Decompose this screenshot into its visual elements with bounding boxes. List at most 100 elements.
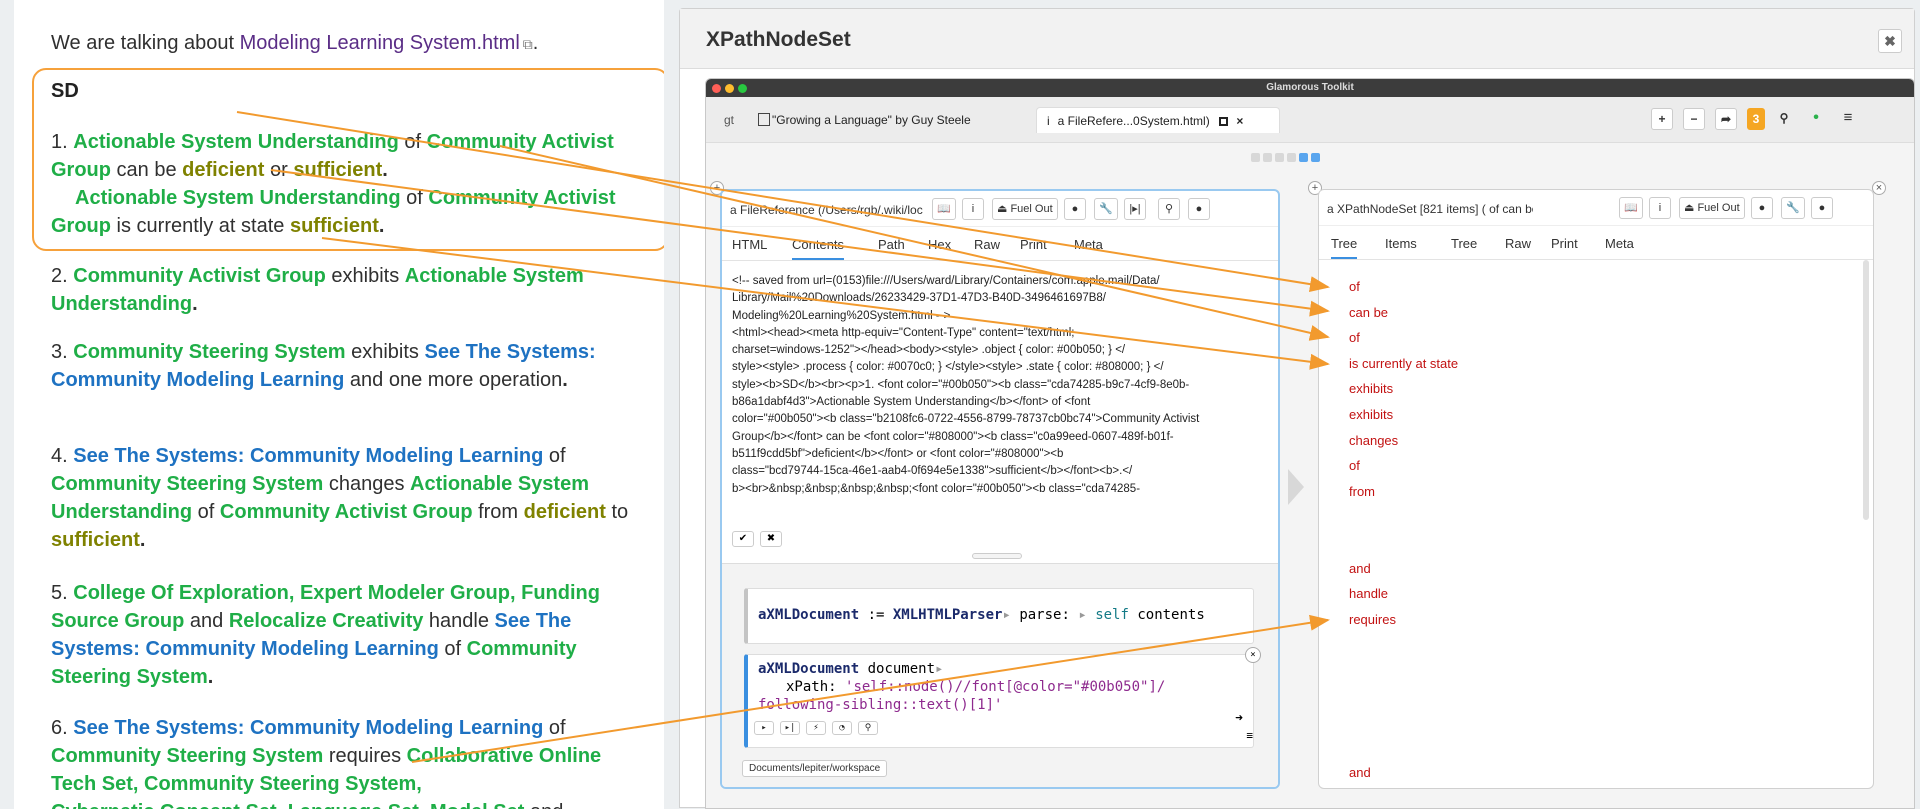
close-icon[interactable]: ✖ [1878, 29, 1902, 53]
tree-item[interactable]: of [1349, 274, 1458, 300]
tree-item[interactable]: is currently at state [1349, 351, 1458, 377]
gt-home-icon[interactable]: gt [724, 107, 734, 133]
tree-item[interactable]: exhibits [1349, 376, 1458, 402]
remove-icon[interactable]: − [1683, 108, 1705, 130]
tab-tree-2[interactable]: Tree [1451, 236, 1477, 251]
book-icon[interactable]: 📖 [932, 198, 956, 220]
workspace-path[interactable]: Documents/lepiter/workspace [742, 760, 888, 777]
tab-tree[interactable]: Tree [1331, 236, 1358, 259]
file-contents-text[interactable]: <!-- saved from url=(0153)file:///Users/… [732, 273, 1272, 498]
pager-dot[interactable] [1263, 153, 1272, 162]
tab-html[interactable]: HTML [732, 237, 767, 252]
dot-icon[interactable]: ● [1811, 197, 1833, 219]
code-snippet-2[interactable]: × aXMLDocument document▸ xPath: 'self::n… [744, 647, 1261, 748]
book-icon[interactable]: 📖 [1619, 197, 1643, 219]
info-icon[interactable]: i [1649, 197, 1671, 219]
record-icon[interactable]: ● [1751, 197, 1773, 219]
tree-item[interactable]: requires [1349, 607, 1458, 633]
pager-dot[interactable] [1275, 153, 1284, 162]
browse-icon[interactable]: ⚲ [858, 721, 878, 735]
wrench-icon[interactable]: 🔧 [1094, 198, 1118, 220]
object-link[interactable]: Relocalize Creativity [229, 610, 424, 632]
object-link[interactable]: Community Steering System [51, 473, 323, 495]
notification-badge[interactable]: 3 [1747, 108, 1765, 130]
object-link[interactable]: College Of Exploration [73, 582, 289, 604]
run-icon[interactable]: ▸ [754, 721, 774, 735]
pager-dot-active[interactable] [1311, 153, 1320, 162]
tab-raw[interactable]: Raw [974, 237, 1000, 252]
tree-item[interactable] [1349, 632, 1458, 658]
fuel-out-button[interactable]: ⏏ Fuel Out [992, 198, 1058, 220]
state-link[interactable]: deficient [182, 159, 264, 181]
scrollbar[interactable] [1863, 260, 1869, 520]
tab-meta[interactable]: Meta [1605, 236, 1634, 251]
state-link[interactable]: deficient [524, 501, 606, 523]
pager-dot[interactable] [1251, 153, 1260, 162]
tree-item[interactable] [1349, 658, 1458, 684]
tab-items[interactable]: Items [1385, 236, 1417, 251]
tab-raw[interactable]: Raw [1505, 236, 1531, 251]
search-icon[interactable]: ⚲ [1773, 108, 1795, 130]
process-link[interactable]: See The Systems: Community Modeling Lear… [73, 717, 543, 739]
object-link[interactable]: Community Steering System [144, 773, 416, 795]
accept-button[interactable]: ✔ [732, 531, 754, 547]
profile-icon[interactable]: ◔ [832, 721, 852, 735]
dot-icon[interactable]: ● [1188, 198, 1210, 220]
cancel-button[interactable]: ✖ [760, 531, 782, 547]
tab-file-reference[interactable]: i a FileRefere...0System.html) × [1036, 107, 1280, 133]
object-link[interactable]: Community Steering System [73, 341, 345, 363]
tab-print[interactable]: Print [1551, 236, 1578, 251]
tree-item[interactable] [1349, 684, 1458, 710]
fuel-out-button[interactable]: ⏏ Fuel Out [1679, 197, 1745, 219]
tree-item[interactable] [1349, 735, 1458, 761]
play-icon[interactable]: |▸| [1124, 198, 1146, 220]
object-link[interactable]: Expert Modeler Group [300, 582, 510, 604]
code-snippet-1[interactable]: aXMLDocument := XMLHTMLParser▸ parse: ▸ … [744, 588, 1254, 644]
add-icon[interactable]: + [1651, 108, 1673, 130]
tab-hex[interactable]: Hex [928, 237, 951, 252]
pager-dot-active[interactable] [1299, 153, 1308, 162]
tab-growing-a-language[interactable]: "Growing a Language" by Guy Steele [758, 107, 971, 133]
tree-item[interactable] [1349, 504, 1458, 530]
tree-item[interactable]: can be [1349, 300, 1458, 326]
tree-item[interactable]: changes [1349, 428, 1458, 454]
tree-item[interactable]: of [1349, 453, 1458, 479]
tree-item[interactable]: and [1349, 556, 1458, 582]
state-link[interactable]: sufficient [290, 215, 379, 237]
tree-item[interactable]: from [1349, 479, 1458, 505]
object-link[interactable]: Actionable System Understanding [73, 131, 399, 153]
wrench-icon[interactable]: 🔧 [1781, 197, 1805, 219]
tree-item[interactable] [1349, 709, 1458, 735]
resize-handle[interactable] [972, 553, 1022, 559]
close-pane-icon[interactable]: × [1872, 181, 1886, 195]
state-link[interactable]: sufficient [293, 159, 382, 181]
debug-icon[interactable]: ⚡ [806, 721, 826, 735]
object-link[interactable]: Community Activist Group [220, 501, 473, 523]
pager-dot[interactable] [1287, 153, 1296, 162]
tab-path[interactable]: Path [878, 237, 905, 252]
search-icon[interactable]: ⚲ [1158, 198, 1180, 220]
tree-item[interactable]: of [1349, 325, 1458, 351]
tree-item[interactable]: handle [1349, 581, 1458, 607]
process-link[interactable]: See The Systems: Community Modeling Lear… [73, 445, 543, 467]
tree-item[interactable]: exhibits [1349, 402, 1458, 428]
state-link[interactable]: sufficient [51, 529, 140, 551]
record-icon[interactable]: ● [1064, 198, 1086, 220]
tree-item[interactable] [1349, 530, 1458, 556]
close-tab-icon[interactable]: × [1236, 114, 1243, 128]
go-arrow-icon[interactable]: ➜ [1235, 711, 1243, 726]
close-snippet-icon[interactable]: × [1245, 647, 1261, 663]
share-icon[interactable]: ➦ [1715, 108, 1737, 130]
run-inspect-icon[interactable]: ▸| [780, 721, 800, 735]
tab-print[interactable]: Print [1020, 237, 1047, 252]
object-link[interactable]: Community Steering System [51, 745, 323, 767]
menu-icon[interactable]: ≡ [1246, 729, 1253, 742]
object-link[interactable]: Community Activist Group [73, 265, 326, 287]
tab-meta[interactable]: Meta [1074, 237, 1103, 252]
maximize-tab-icon[interactable] [1219, 117, 1229, 126]
external-link-icon[interactable]: ⧉ [523, 36, 533, 52]
tab-contents[interactable]: Contents [792, 237, 845, 260]
object-link[interactable]: Cybernetic Concept Set, Language Set, Mo… [51, 801, 524, 809]
document-link[interactable]: Modeling Learning System.html [240, 32, 520, 54]
info-icon[interactable]: i [962, 198, 984, 220]
